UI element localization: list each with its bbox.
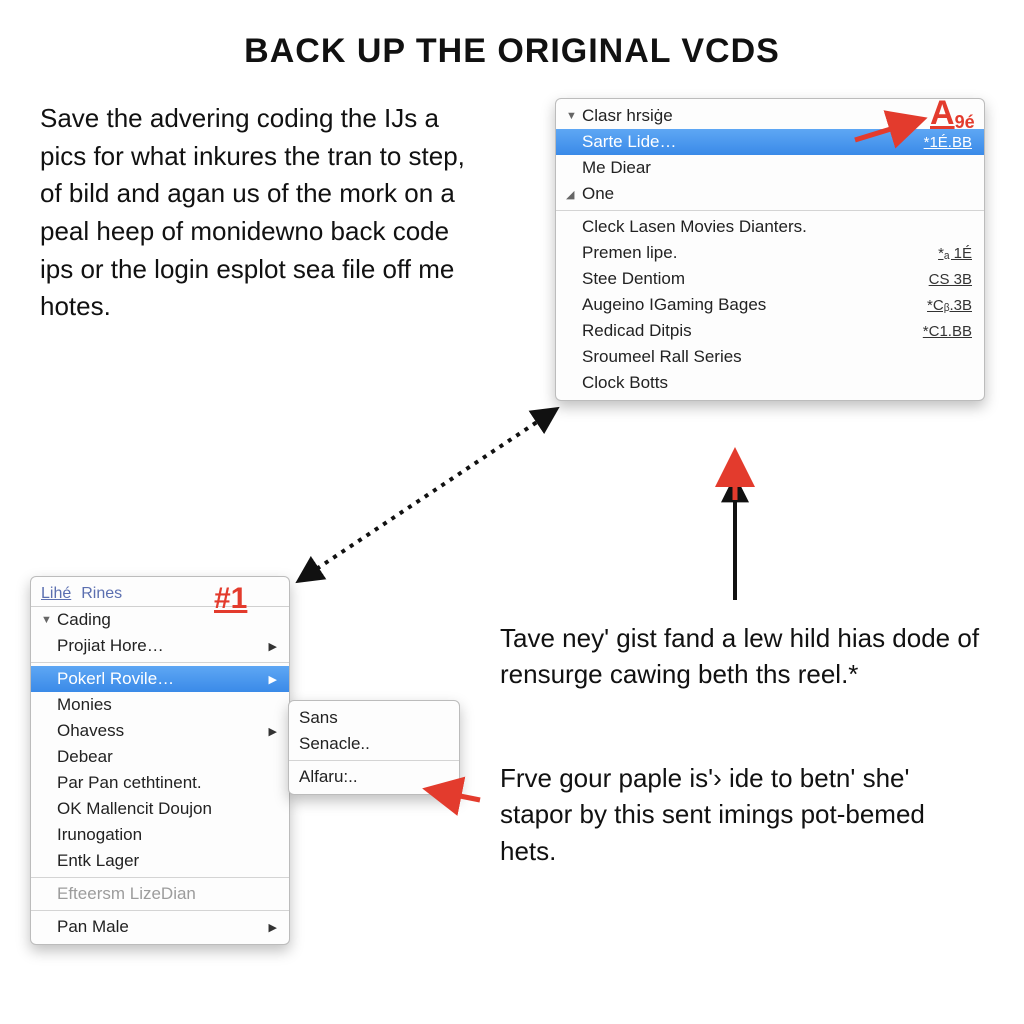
menu-item[interactable]: Stee Dentiom CS 3B bbox=[556, 266, 984, 292]
menu-separator bbox=[31, 877, 289, 878]
paragraph-3: Frve gour paple is'› ide to betn' she' s… bbox=[500, 760, 980, 869]
menu-item[interactable]: Cleck Lasen Movies Dianters. bbox=[556, 214, 984, 240]
submenu-arrow-icon: ▶ bbox=[269, 921, 277, 934]
menu-item-label: Debear bbox=[57, 747, 277, 767]
menu-item-label: Projiat Hore… bbox=[57, 636, 255, 656]
menu-item[interactable]: Pan Male ▶ bbox=[31, 914, 289, 940]
menu-shortcut: *ₐ 1É bbox=[938, 245, 972, 262]
menu-item[interactable]: Clock Botts bbox=[556, 370, 984, 396]
annotation-a-letter: A bbox=[930, 94, 955, 132]
menu-item[interactable]: Irunogation bbox=[31, 822, 289, 848]
menu-item-label: Alfaru:.. bbox=[299, 767, 447, 787]
menu-item[interactable]: Alfaru:.. bbox=[289, 764, 459, 790]
menu-separator bbox=[556, 210, 984, 211]
annotation-1: #1 bbox=[214, 582, 247, 616]
submenu-arrow-icon: ▶ bbox=[269, 725, 277, 738]
menu-item-label: Redicad Ditpis bbox=[582, 321, 901, 341]
menu-item-label: Sans bbox=[299, 708, 447, 728]
menu-item-label: Clock Botts bbox=[582, 373, 972, 393]
menu-item-label: Pokerl Rovile… bbox=[57, 669, 255, 689]
disclosure-triangle-icon: ◢ bbox=[566, 188, 580, 201]
menu-item[interactable]: Par Pan cethtinent. bbox=[31, 770, 289, 796]
page-title: BACK UP THE ORIGINAL VCDS bbox=[0, 32, 1024, 71]
context-menu-b[interactable]: Lihé Rines ▼ Cading Projiat Hore… ▶ Poke… bbox=[30, 576, 290, 945]
annotation-a-sub: 9é bbox=[955, 112, 975, 132]
menu-title-1: Lihé bbox=[41, 585, 71, 603]
menu-item-label: Premen lipe. bbox=[582, 243, 916, 263]
menu-item-selected[interactable]: Pokerl Rovile… ▶ bbox=[31, 666, 289, 692]
menu-item[interactable]: Sroumeel Rall Series bbox=[556, 344, 984, 370]
menu-item-label: Pan Male bbox=[57, 917, 255, 937]
menu-item[interactable]: Sans bbox=[289, 705, 459, 731]
menu-item[interactable]: Projiat Hore… ▶ bbox=[31, 633, 289, 659]
menu-item[interactable]: ◢ One bbox=[556, 181, 984, 207]
menu-shortcut: *C1.BB bbox=[923, 323, 972, 340]
menu-item[interactable]: Senacle.. bbox=[289, 731, 459, 757]
menu-item-label: Cleck Lasen Movies Dianters. bbox=[582, 217, 972, 237]
annotation-a: A9é bbox=[930, 94, 975, 133]
menu-item-label: Sarte Lide… bbox=[582, 132, 902, 152]
menu-item-label: Irunogation bbox=[57, 825, 277, 845]
menu-title-bar: Lihé Rines bbox=[31, 581, 289, 607]
intro-paragraph: Save the advering coding the IJs a pics … bbox=[40, 100, 480, 326]
submenu-arrow-icon: ▶ bbox=[269, 640, 277, 653]
menu-item-label: Augeino IGaming Bages bbox=[582, 295, 905, 315]
disclosure-triangle-icon: ▼ bbox=[566, 110, 580, 122]
menu-item-selected[interactable]: Sarte Lide… *1É.BB bbox=[556, 129, 984, 155]
menu-item-label: Clasr hrsiġe bbox=[582, 106, 972, 126]
menu-title-2: Rines bbox=[81, 585, 122, 603]
menu-item-label: Me Diear bbox=[582, 158, 972, 178]
context-menu-a[interactable]: ▼ Clasr hrsiġe Sarte Lide… *1É.BB Me Die… bbox=[555, 98, 985, 401]
menu-separator bbox=[31, 662, 289, 663]
menu-item[interactable]: ▼ Cading bbox=[31, 607, 289, 633]
menu-item[interactable]: Redicad Ditpis *C1.BB bbox=[556, 318, 984, 344]
menu-item[interactable]: Ohavess ▶ bbox=[31, 718, 289, 744]
menu-item[interactable]: ▼ Clasr hrsiġe bbox=[556, 103, 984, 129]
menu-item-label: Par Pan cethtinent. bbox=[57, 773, 277, 793]
menu-item-label: Monies bbox=[57, 695, 277, 715]
menu-item-label: Stee Dentiom bbox=[582, 269, 907, 289]
menu-separator bbox=[31, 910, 289, 911]
menu-item-label: Senacle.. bbox=[299, 734, 447, 754]
menu-shortcut: *1É.BB bbox=[924, 134, 972, 151]
menu-item-label: One bbox=[582, 184, 972, 204]
menu-item[interactable]: Debear bbox=[31, 744, 289, 770]
menu-separator bbox=[289, 760, 459, 761]
menu-item[interactable]: Augeino IGaming Bages *Cᵦ.3B bbox=[556, 292, 984, 318]
menu-item-label: Efteersm LizeDian bbox=[57, 884, 277, 904]
paragraph-2: Tave ney' gist fand a lew hild hias dode… bbox=[500, 620, 980, 693]
menu-item[interactable]: OK Mallencit Doujon bbox=[31, 796, 289, 822]
menu-shortcut: *Cᵦ.3B bbox=[927, 297, 972, 314]
submenu-c[interactable]: Sans Senacle.. Alfaru:.. bbox=[288, 700, 460, 795]
menu-shortcut: CS 3B bbox=[929, 271, 972, 288]
submenu-arrow-icon: ▶ bbox=[269, 673, 277, 686]
menu-item[interactable]: Me Diear bbox=[556, 155, 984, 181]
menu-item-label: OK Mallencit Doujon bbox=[57, 799, 277, 819]
menu-item-disabled: Efteersm LizeDian bbox=[31, 881, 289, 907]
menu-item[interactable]: Monies bbox=[31, 692, 289, 718]
disclosure-triangle-icon: ▼ bbox=[41, 614, 55, 626]
menu-item-label: Sroumeel Rall Series bbox=[582, 347, 972, 367]
menu-item[interactable]: Premen lipe. *ₐ 1É bbox=[556, 240, 984, 266]
menu-item[interactable]: Entk Lager bbox=[31, 848, 289, 874]
menu-item-label: Ohavess bbox=[57, 721, 255, 741]
menu-item-label: Entk Lager bbox=[57, 851, 277, 871]
